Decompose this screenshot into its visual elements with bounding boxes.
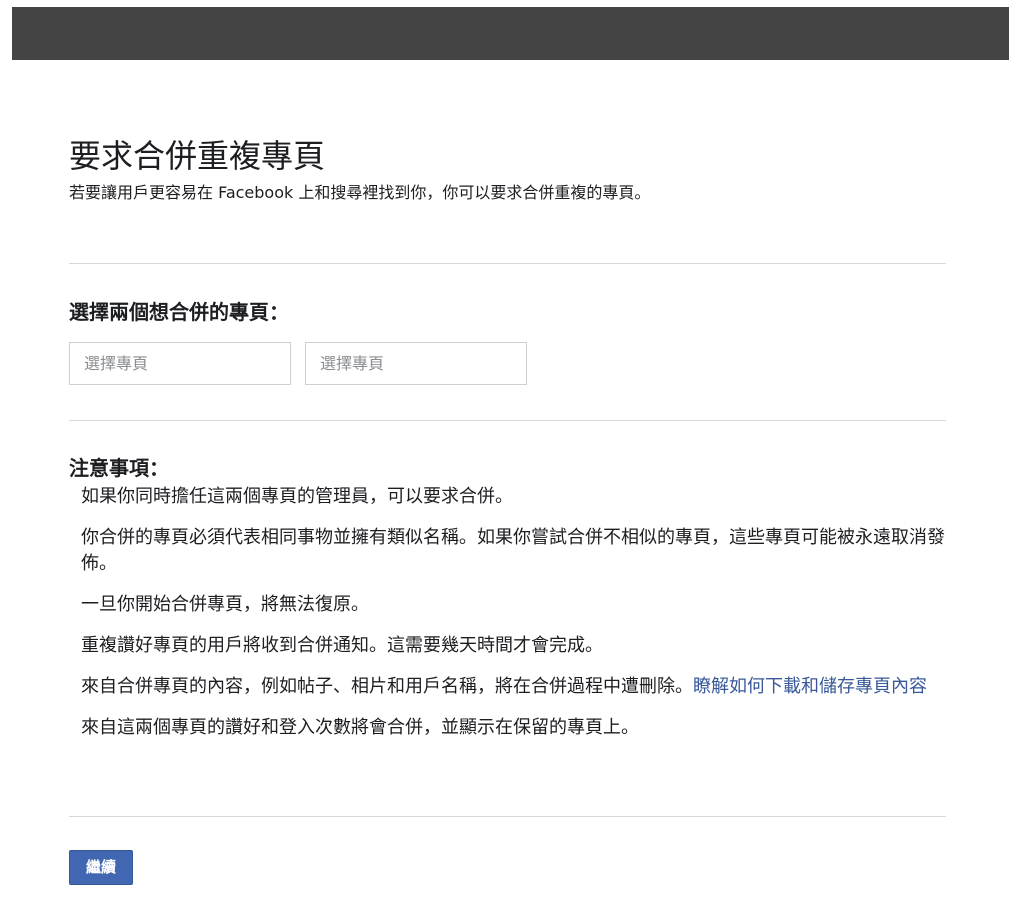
note-item: 重複讚好專頁的用戶將收到合併通知。這需要幾天時間才會完成。 (81, 633, 951, 659)
note-item: 一旦你開始合併專頁，將無法復原。 (81, 592, 951, 618)
notes-list: 如果你同時擔任這兩個專頁的管理員，可以要求合併。 你合併的專頁必須代表相同事物並… (81, 484, 951, 756)
page-title: 要求合併重複專頁 (69, 137, 326, 175)
note-item: 來自合併專頁的內容，例如帖子、相片和用戶名稱，將在合併過程中遭刪除。瞭解如何下載… (81, 674, 951, 700)
note-text: 來自合併專頁的內容，例如帖子、相片和用戶名稱，將在合併過程中遭刪除。 (81, 676, 693, 697)
note-item: 來自這兩個專頁的讚好和登入次數將會合併，並顯示在保留的專頁上。 (81, 715, 951, 741)
continue-button[interactable]: 繼續 (69, 850, 133, 885)
note-text: 一旦你開始合併專頁，將無法復原。 (81, 594, 369, 615)
select-pages-label: 選擇兩個想合併的專頁： (69, 300, 289, 324)
note-text: 來自這兩個專頁的讚好和登入次數將會合併，並顯示在保留的專頁上。 (81, 717, 639, 738)
note-text: 如果你同時擔任這兩個專頁的管理員，可以要求合併。 (81, 486, 513, 507)
note-text: 你合併的專頁必須代表相同事物並擁有類似名稱。如果你嘗試合併不相似的專頁，這些專頁… (81, 527, 945, 574)
page-selector-2[interactable]: 選擇專頁 (305, 342, 527, 385)
note-item: 如果你同時擔任這兩個專頁的管理員，可以要求合併。 (81, 484, 951, 510)
note-item: 你合併的專頁必須代表相同事物並擁有類似名稱。如果你嘗試合併不相似的專頁，這些專頁… (81, 525, 951, 577)
divider-bottom (69, 816, 946, 817)
notes-label: 注意事項： (69, 456, 169, 480)
divider-middle (69, 420, 946, 421)
download-page-content-link[interactable]: 瞭解如何下載和儲存專頁內容 (693, 676, 927, 697)
note-text: 重複讚好專頁的用戶將收到合併通知。這需要幾天時間才會完成。 (81, 635, 603, 656)
page-selector-1[interactable]: 選擇專頁 (69, 342, 291, 385)
page-subtitle: 若要讓用戶更容易在 Facebook 上和搜尋裡找到你，你可以要求合併重複的專頁… (69, 183, 651, 202)
page-selector-1-placeholder: 選擇專頁 (84, 354, 149, 373)
top-bar (12, 7, 1009, 60)
divider-top (69, 263, 946, 264)
page-selector-2-placeholder: 選擇專頁 (320, 354, 385, 373)
